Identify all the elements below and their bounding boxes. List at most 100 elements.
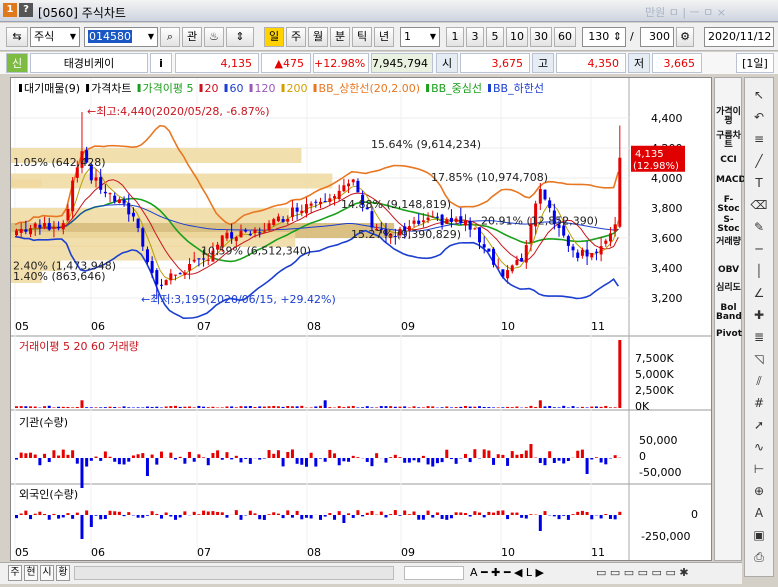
grid-icon[interactable]: #: [748, 394, 770, 413]
vline-icon[interactable]: │: [748, 262, 770, 281]
tab-tick[interactable]: 틱: [352, 27, 372, 47]
volume-bar: [94, 407, 98, 408]
cursor-icon[interactable]: ↖: [748, 86, 770, 105]
tab-si[interactable]: 시: [40, 565, 54, 581]
indicator-macd[interactable]: MACD: [716, 176, 746, 185]
candle-body: [613, 224, 617, 232]
info-icon[interactable]: i: [150, 53, 172, 73]
zoom-icon[interactable]: ⊕: [748, 482, 770, 501]
candle-body: [576, 252, 580, 258]
candle-body: [29, 228, 33, 235]
institution-bar: [52, 450, 56, 458]
trend-line-icon[interactable]: ╱: [748, 152, 770, 171]
text-icon[interactable]: T: [748, 174, 770, 193]
all-icon[interactable]: ≡: [748, 130, 770, 149]
zoom-slider[interactable]: [404, 566, 464, 580]
app-icon[interactable]: 1: [3, 3, 17, 17]
foreign-bar: [295, 510, 299, 515]
market-select[interactable]: 주식 ▼: [30, 27, 80, 47]
arrow-icon[interactable]: ➚: [748, 416, 770, 435]
indicator-pivot[interactable]: Pivot: [716, 330, 742, 339]
candle-body: [174, 274, 178, 276]
candle-body: [618, 157, 622, 227]
settings-icon[interactable]: ⚙: [676, 27, 694, 47]
stock-name[interactable]: 태경비케이: [30, 53, 148, 73]
link-icon[interactable]: ⇆: [6, 27, 28, 47]
tab-year[interactable]: 년: [374, 27, 394, 47]
indicator-ma[interactable]: 가격이평: [716, 108, 741, 126]
channel-icon[interactable]: ⫽: [748, 372, 770, 391]
institution-bar: [192, 458, 196, 462]
volume-bar: [24, 406, 28, 408]
print-icon[interactable]: ⎙: [748, 548, 770, 567]
institution-bar: [566, 458, 570, 462]
scale-icon[interactable]: ♨: [204, 27, 224, 47]
pen-icon[interactable]: ✎: [748, 218, 770, 237]
undo-icon[interactable]: ↶: [748, 108, 770, 127]
volume-bar: [80, 400, 84, 408]
interval-select[interactable]: 1 ▼: [400, 27, 440, 47]
indicator-obv[interactable]: OBV: [716, 266, 741, 275]
cross-icon[interactable]: ✚: [748, 306, 770, 325]
indicator-bollinger[interactable]: Bol Band: [716, 304, 742, 322]
foreign-bar: [426, 510, 430, 515]
candle-body: [431, 216, 435, 218]
volume-bar: [468, 406, 472, 408]
tab-day[interactable]: 일: [264, 27, 284, 47]
quick-30[interactable]: 30: [530, 27, 552, 47]
window-controls[interactable]: 만원 ㅁ | ㅡ ㅁ ×: [645, 4, 726, 20]
candle-body: [66, 208, 70, 221]
total-field[interactable]: 300: [640, 27, 674, 47]
month-tick-label: 11: [591, 320, 605, 333]
candle-body: [267, 223, 271, 231]
indicator-cci[interactable]: CCI: [716, 156, 741, 165]
candle-body: [604, 240, 608, 244]
quick-5[interactable]: 5: [486, 27, 504, 47]
fibo-icon[interactable]: ≣: [748, 328, 770, 347]
view-icons[interactable]: ▭ ▭ ▭ ▭ ▭ ▭ ✱: [596, 566, 689, 579]
gann-icon[interactable]: ◹: [748, 350, 770, 369]
tab-week[interactable]: 주: [286, 27, 306, 47]
quick-10[interactable]: 10: [506, 27, 528, 47]
tab-minute[interactable]: 분: [330, 27, 350, 47]
spin-icon[interactable]: ⇕: [226, 27, 254, 47]
save-icon[interactable]: ▣: [748, 526, 770, 545]
chart-area[interactable]: 4,4004,2004,0003,8003,6003,4003,20005050…: [10, 77, 712, 561]
legend-entry: BB_중심선: [431, 82, 482, 95]
volume-bar: [309, 407, 313, 408]
institution-bar: [202, 457, 206, 458]
angle-icon[interactable]: ∠: [748, 284, 770, 303]
quick-3[interactable]: 3: [466, 27, 484, 47]
indicator-cloud[interactable]: 구름차트: [716, 132, 741, 150]
scrollbar[interactable]: [74, 566, 394, 580]
institution-bar: [440, 458, 444, 463]
quick-1[interactable]: 1: [446, 27, 464, 47]
volume-bar: [253, 406, 257, 408]
chart-svg[interactable]: 4,4004,2004,0003,8003,6003,4003,20005050…: [11, 78, 711, 560]
tab-hwang[interactable]: 황: [56, 565, 70, 581]
search-icon[interactable]: ⌕: [160, 27, 180, 47]
eraser-icon[interactable]: ⌫: [748, 196, 770, 215]
tab-hyun[interactable]: 현: [24, 565, 38, 581]
help-icon[interactable]: ?: [19, 3, 33, 17]
indicator-fstoc[interactable]: F-Stoc: [716, 196, 741, 214]
indicator-psy[interactable]: 심리도: [716, 284, 741, 293]
ruler-icon[interactable]: ⊢: [748, 460, 770, 479]
nav-controls[interactable]: A ━ ✚ ━ ◀ L ▶: [470, 566, 544, 579]
hline-icon[interactable]: ─: [748, 240, 770, 259]
code-input[interactable]: 014580 ▼: [84, 27, 158, 47]
indicator-volume[interactable]: 거래량: [716, 238, 741, 247]
count-stepper[interactable]: 130 ⇕: [582, 27, 626, 47]
tab-month[interactable]: 월: [308, 27, 328, 47]
wave-icon[interactable]: ∿: [748, 438, 770, 457]
date-field[interactable]: 2020/11/12: [704, 27, 774, 47]
institution-bar: [267, 450, 271, 458]
candle-body: [38, 224, 42, 228]
relate-button[interactable]: 관: [182, 27, 202, 47]
volume-bar: [454, 407, 458, 408]
auto-icon[interactable]: A: [748, 504, 770, 523]
quick-60[interactable]: 60: [554, 27, 576, 47]
foreign-bar: [506, 515, 510, 520]
tab-jong[interactable]: 주: [8, 565, 22, 581]
indicator-sstoc[interactable]: S-Stoc: [716, 216, 741, 234]
